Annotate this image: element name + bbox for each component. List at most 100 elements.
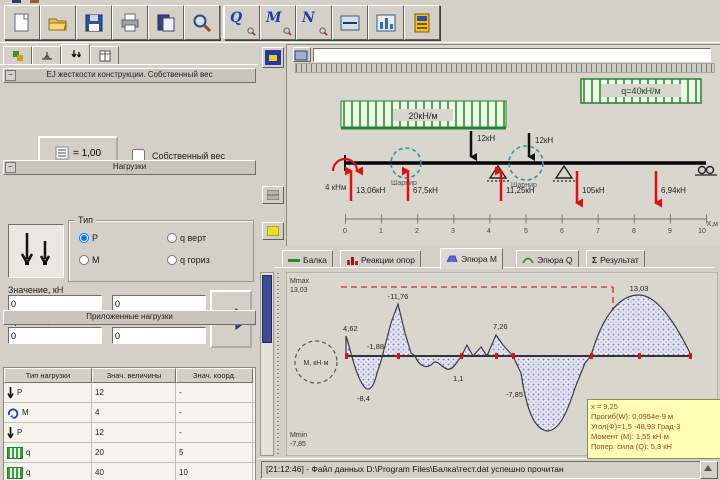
tick-label: 10 bbox=[698, 228, 706, 235]
zoom-button[interactable] bbox=[184, 5, 220, 40]
diagram-scrollbar[interactable] bbox=[260, 272, 274, 456]
grid-toggle-button[interactable] bbox=[262, 186, 284, 204]
tab-beam[interactable]: Балка bbox=[282, 250, 333, 268]
tab-supports[interactable] bbox=[32, 46, 61, 64]
row-type: q bbox=[26, 467, 31, 477]
tick-label: 4 bbox=[487, 228, 491, 235]
row-value: 12 bbox=[95, 387, 104, 397]
reactions-tab-icon bbox=[347, 256, 358, 265]
calculator-button[interactable] bbox=[404, 5, 440, 40]
load-type-p-radio[interactable] bbox=[79, 233, 89, 243]
max-value: 13,03 bbox=[290, 287, 308, 294]
status-scroll-button[interactable] bbox=[700, 461, 718, 479]
diagram-q-button[interactable]: Q bbox=[224, 5, 260, 40]
loads-section-header[interactable]: − Нагрузки bbox=[3, 160, 256, 175]
tick-label: 7 bbox=[596, 228, 600, 235]
tick-label: 0 bbox=[343, 228, 347, 235]
chart-view-icon bbox=[376, 14, 396, 31]
print-button[interactable] bbox=[112, 5, 148, 40]
point-loads-icon bbox=[20, 233, 51, 265]
save-button[interactable] bbox=[76, 5, 112, 40]
table-row[interactable]: M 4 - bbox=[4, 403, 255, 423]
diagram-n-button[interactable]: N bbox=[296, 5, 332, 40]
tick-label: 5 bbox=[524, 228, 528, 235]
position-input-2[interactable] bbox=[112, 327, 206, 344]
load-type-qvert-radio[interactable] bbox=[167, 233, 177, 243]
tick-label: 8 bbox=[632, 228, 636, 235]
load-type-qgoriz-radio[interactable] bbox=[167, 255, 177, 265]
col-coord-header[interactable]: Знач. коорд. bbox=[176, 368, 253, 383]
view-options-icon bbox=[265, 50, 281, 65]
stiffness-header-label: EJ жесткости конструкции. Собственный ве… bbox=[46, 70, 213, 79]
tab-loads[interactable] bbox=[61, 44, 90, 65]
window-menu-icon bbox=[30, 0, 39, 3]
scheme-caption-field[interactable] bbox=[313, 48, 711, 62]
value-label: Значение, кН bbox=[8, 285, 64, 295]
distributed-load[interactable]: 20кН/м bbox=[340, 100, 507, 130]
view-options-button[interactable] bbox=[262, 47, 284, 68]
main-toolbar: Q M N bbox=[0, 4, 720, 42]
row-coord: - bbox=[179, 427, 182, 437]
open-folder-icon bbox=[48, 18, 67, 30]
row-coord: 5 bbox=[179, 447, 184, 457]
open-file-button[interactable] bbox=[40, 5, 76, 40]
beam-scheme-canvas[interactable]: q=40кН/м 20кН/м 12кН 12кН 4 кНм Шарнир Ш… bbox=[287, 71, 720, 245]
status-bar: [21:12:46] - Файл данных D:\Program File… bbox=[258, 458, 720, 480]
tick-label: 6 bbox=[560, 228, 564, 235]
collapse-icon[interactable]: − bbox=[5, 70, 16, 81]
stiffness-section-header[interactable]: − EJ жесткости конструкции. Собственный … bbox=[3, 68, 256, 83]
position-input-1[interactable] bbox=[8, 327, 102, 344]
applied-loads-title: Приложенные нагрузки bbox=[86, 312, 173, 321]
grid-icon bbox=[267, 190, 279, 200]
support-roller[interactable] bbox=[695, 165, 717, 176]
tab-result-label: Результат bbox=[600, 254, 639, 265]
support-2[interactable] bbox=[553, 164, 575, 182]
point-load-2[interactable]: 12кН bbox=[527, 133, 553, 161]
radio-qv-row: q верт bbox=[167, 233, 206, 243]
scheme-mini-icon bbox=[294, 50, 308, 61]
scrollbar-thumb[interactable] bbox=[262, 275, 272, 343]
max-caption: Mmax bbox=[290, 278, 310, 285]
collapse-icon[interactable]: − bbox=[5, 162, 16, 173]
row-value: 4 bbox=[95, 407, 100, 417]
row-value: 40 bbox=[95, 467, 104, 477]
col-value-header[interactable]: Знач. величины bbox=[92, 368, 176, 383]
end-moment-label: 4 кНм bbox=[325, 183, 346, 192]
save-disk-icon bbox=[85, 14, 103, 31]
mini-magnifier-icon bbox=[283, 27, 292, 36]
highlight-toggle-button[interactable] bbox=[262, 222, 284, 240]
row-type: P bbox=[17, 387, 23, 397]
load-type-m-radio[interactable] bbox=[79, 255, 89, 265]
col-type-header[interactable]: Тип нагрузки bbox=[4, 368, 92, 383]
tab-result[interactable]: Σ Результат bbox=[586, 250, 645, 268]
tab-moment-diagram[interactable]: Эпюра М bbox=[440, 248, 503, 269]
chart-view-button[interactable] bbox=[368, 5, 404, 40]
radio-qg-row: q гориз bbox=[167, 255, 210, 265]
moment-diagram-canvas[interactable]: М, кН·м Mmax 13,03 Mmin -7,85 4,62 -1,88… bbox=[286, 272, 720, 459]
results-tooltip: x = 9,25 Прогиб(W): 0,0954е-9 м Угол(Ф)=… bbox=[587, 399, 720, 459]
new-file-button[interactable] bbox=[4, 5, 40, 40]
table-row[interactable]: P 12 - bbox=[4, 423, 255, 443]
self-weight-label: Собственный вес bbox=[152, 150, 225, 161]
splitter-gutter[interactable] bbox=[275, 272, 282, 454]
beam-scheme-panel: q=40кН/м 20кН/м 12кН 12кН 4 кНм Шарнир Ш… bbox=[286, 44, 720, 248]
axis-unit-text: М, кН·м bbox=[304, 360, 329, 367]
value-label: -7,85 bbox=[506, 390, 523, 399]
table-row[interactable]: q 20 5 bbox=[4, 443, 255, 463]
value-label: 13,03 bbox=[630, 284, 649, 293]
load-type-p-label: P bbox=[92, 233, 99, 243]
new-file-icon bbox=[14, 13, 29, 31]
table-row[interactable]: q 40 10 bbox=[4, 463, 255, 480]
scheme-mini-button[interactable] bbox=[293, 47, 311, 62]
mini-magnifier-icon bbox=[319, 27, 328, 36]
paste-button[interactable] bbox=[148, 5, 184, 40]
support-1[interactable] bbox=[487, 164, 509, 182]
tab-results[interactable] bbox=[90, 46, 119, 64]
point-load-1[interactable]: 12кН bbox=[469, 131, 495, 161]
table-row[interactable]: P 12 - bbox=[4, 383, 255, 403]
beam-view-button[interactable] bbox=[332, 5, 368, 40]
diagram-m-button[interactable]: M bbox=[260, 5, 296, 40]
tab-reactions[interactable]: Реакции опор bbox=[340, 250, 421, 268]
tab-model[interactable] bbox=[3, 46, 32, 64]
tab-shear-diagram[interactable]: Эпюра Q bbox=[516, 250, 579, 268]
